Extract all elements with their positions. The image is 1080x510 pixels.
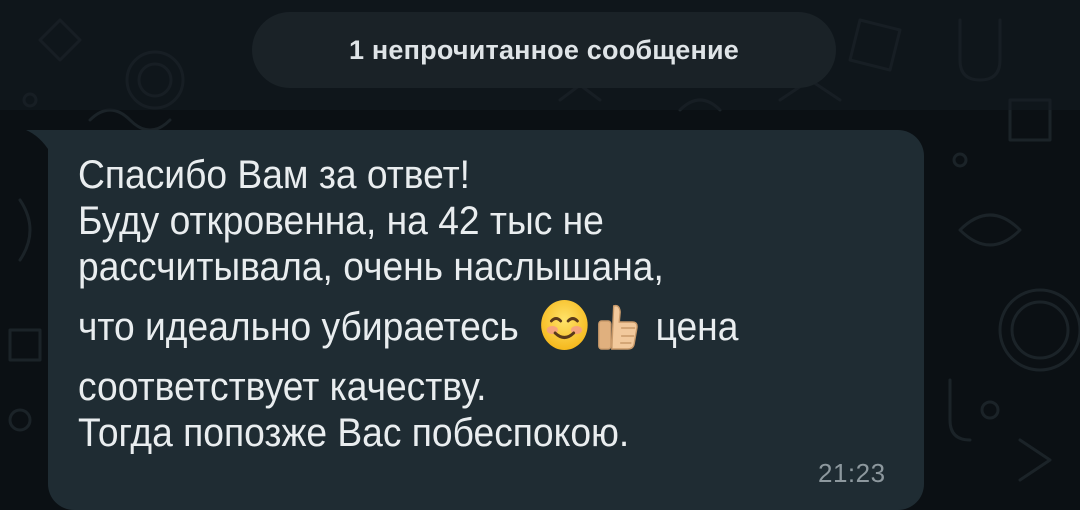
message-line-with-emoji: что идеально убираетесь цена: [78, 290, 803, 364]
message-line-part: цена: [645, 305, 739, 349]
message-line: Тогда попозже Вас побеспокою.: [78, 411, 630, 455]
thumbs-up-icon: [598, 305, 638, 351]
message-timestamp: 21:23: [818, 458, 886, 488]
message-line: Спасибо Вам за ответ!: [78, 153, 470, 197]
unread-divider: 1 непрочитанное сообщение: [0, 0, 1080, 110]
message-text: Спасибо Вам за ответ! Буду откровенна, н…: [78, 152, 803, 456]
message-line: Буду откровенна, на 42 тыс не: [78, 199, 604, 243]
unread-messages-badge: 1 непрочитанное сообщение: [252, 12, 836, 88]
message-bubble-tail: [26, 130, 50, 152]
smiling-face-icon: [541, 300, 588, 351]
message-line: рассчитывала, очень наслышана,: [78, 245, 664, 289]
unread-messages-label: 1 непрочитанное сообщение: [348, 34, 739, 65]
message-line: соответствует качеству.: [78, 365, 487, 409]
message-line-part: что идеально убираетесь: [78, 305, 519, 349]
